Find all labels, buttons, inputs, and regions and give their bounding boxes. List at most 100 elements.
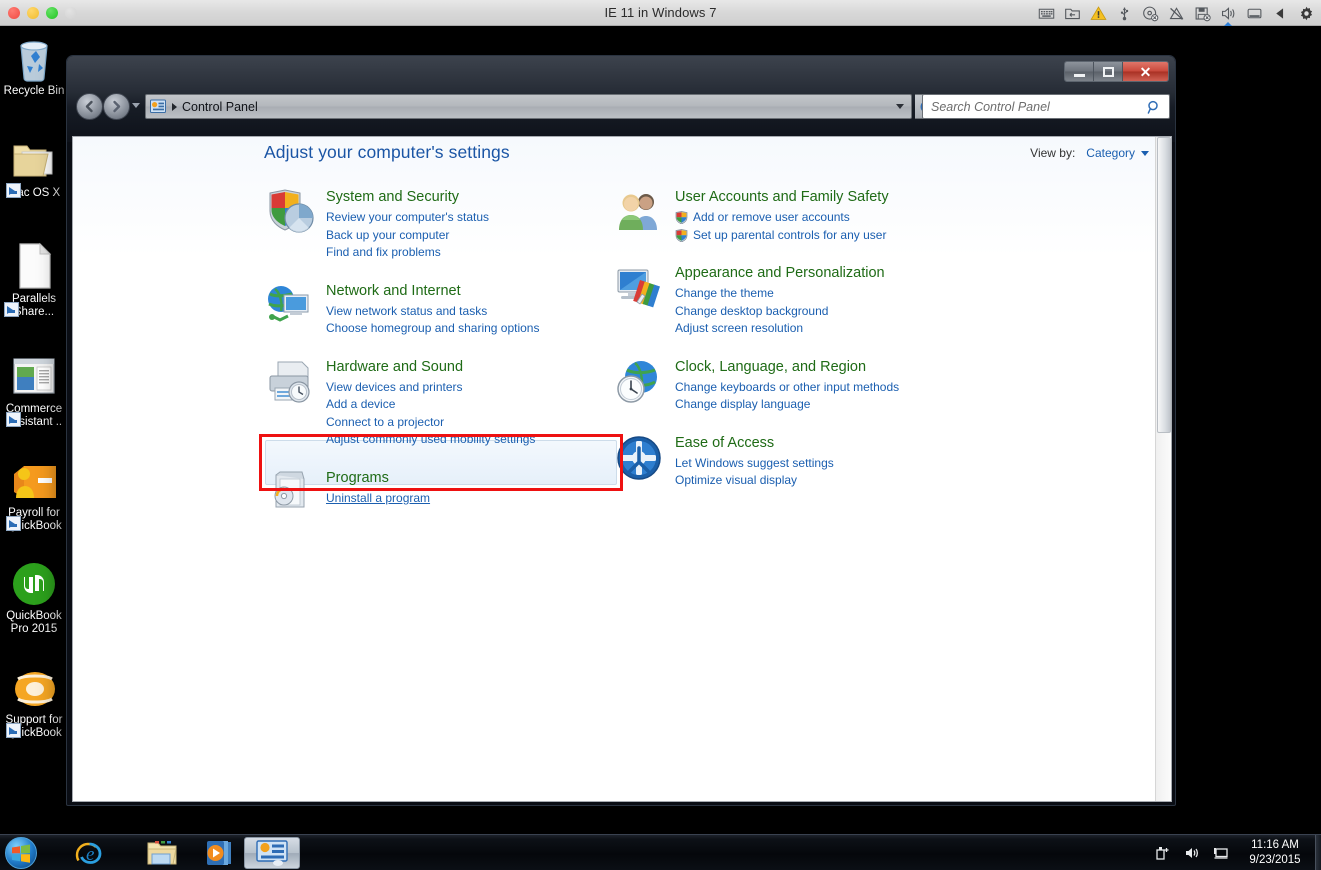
network-disconnected-icon[interactable] [1168,5,1185,22]
taskbar-control-panel[interactable] [244,837,300,869]
forward-button[interactable] [103,93,130,120]
back-button[interactable] [76,93,103,120]
category-link[interactable]: Add a device [326,396,535,414]
category-link[interactable]: Find and fix problems [326,244,489,262]
category-link[interactable]: Back up your computer [326,227,489,245]
recent-pages-dropdown[interactable] [132,103,140,108]
taskbar-media-player[interactable] [192,837,248,869]
close-icon: ✕ [1139,63,1152,80]
shortcut-overlay-icon [4,302,19,317]
category-title[interactable]: Ease of Access [675,434,834,453]
category-title[interactable]: Programs [326,469,430,488]
category-system-and-security[interactable]: System and Security Review your computer… [266,188,616,262]
network-icon[interactable] [1213,845,1229,861]
category-link[interactable]: Choose homegroup and sharing options [326,320,539,338]
safely-remove-hardware-icon[interactable] [1155,845,1171,861]
control-panel-icon [150,99,166,113]
category-appearance-and-personalization[interactable]: Appearance and Personalization Change th… [615,264,975,338]
windows-logo-icon [12,844,30,863]
category-link[interactable]: Change the theme [675,285,885,303]
close-button[interactable]: ✕ [1123,62,1168,81]
volume-icon[interactable] [1184,845,1200,861]
category-link[interactable]: View network status and tasks [326,303,539,321]
desktop-icon-parallels-shared[interactable]: Parallels Share... [0,242,68,319]
content-scrollbar[interactable] [1155,137,1171,801]
category-link[interactable]: Change keyboards or other input methods [675,379,899,397]
category-link[interactable]: Change display language [675,396,899,414]
shared-folder-icon[interactable] [1064,5,1081,22]
show-desktop-button[interactable] [1315,835,1321,870]
folder-shortcut-icon [0,136,68,198]
appearance-icon [615,264,667,312]
category-network-and-internet[interactable]: Network and Internet View network status… [266,282,616,338]
clock-time: 11:16 AM [1251,839,1299,851]
maximize-button[interactable] [1094,62,1123,81]
taskbar-internet-explorer[interactable]: e [62,837,118,869]
scrollbar-thumb[interactable] [1157,137,1171,433]
forward-arrow-icon [113,100,121,113]
category-title[interactable]: Appearance and Personalization [675,264,885,283]
user-accounts-icon [615,188,667,236]
category-link[interactable]: Connect to a projector [326,414,535,432]
category-title[interactable]: System and Security [326,188,489,207]
recycle-bin-icon [0,34,68,82]
start-button[interactable] [5,837,37,869]
category-user-accounts-and-family-safety[interactable]: User Accounts and Family Safety Add or r… [615,188,975,244]
desktop-icon-recycle-bin[interactable]: Recycle Bin [0,34,68,98]
search-input[interactable]: Search Control Panel [922,94,1170,119]
category-clock-language-and-region[interactable]: Clock, Language, and Region Change keybo… [615,358,975,414]
taskbar-windows-explorer[interactable] [134,837,190,869]
category-link[interactable]: Optimize visual display [675,472,834,490]
floppy-disk-icon[interactable] [1194,5,1211,22]
category-hardware-and-sound[interactable]: Hardware and Sound View devices and prin… [266,358,616,449]
category-link[interactable]: Adjust commonly used mobility settings [326,431,535,449]
category-ease-of-access[interactable]: Ease of Access Let Windows suggest setti… [615,434,975,490]
desktop-icon-mac-os-x[interactable]: Mac OS X [0,136,68,200]
category-link[interactable]: Review your computer's status [326,209,489,227]
desktop-icon-support-quickbooks[interactable]: Support for QuickBook [0,663,68,740]
clock[interactable]: 11:16 AM 9/23/2015 [1235,838,1315,868]
desktop-icon-payroll-quickbooks[interactable]: Payroll for QuickBook [0,456,68,533]
ease-of-access-icon [615,434,667,482]
payroll-shortcut-icon [0,456,68,531]
desktop-icon-commerce-assistant[interactable]: Commerce Assistant .. [0,352,68,429]
usb-icon[interactable] [1116,5,1133,22]
address-bar[interactable]: Control Panel [145,94,912,119]
desktop-icon-quickbooks-pro[interactable]: QuickBook Pro 2015 [0,559,68,636]
desktop-icon-label: QuickBook Pro 2015 [6,610,62,635]
category-link-text: Set up parental controls for any user [693,227,887,242]
gear-icon[interactable] [1298,5,1315,22]
category-link[interactable]: Let Windows suggest settings [675,455,834,473]
category-link[interactable]: Set up parental controls for any user [675,227,889,245]
maximize-icon [1102,66,1114,77]
category-body: Appearance and Personalization Change th… [667,264,885,338]
eject-icon[interactable] [1272,5,1289,22]
view-by-control[interactable]: View by: Category [1030,146,1149,160]
minimize-button[interactable] [1065,62,1094,81]
warning-icon[interactable] [1090,5,1107,22]
category-column-right: User Accounts and Family Safety Add or r… [615,188,975,510]
category-link[interactable]: Adjust screen resolution [675,320,885,338]
breadcrumb-control-panel[interactable]: Control Panel [182,100,258,114]
category-link-uninstall-a-program[interactable]: Uninstall a program [326,490,430,508]
search-icon[interactable] [1147,100,1161,114]
cd-drive-icon[interactable] [1142,5,1159,22]
category-title[interactable]: Clock, Language, and Region [675,358,899,377]
chevron-down-icon[interactable] [1141,150,1149,156]
volume-icon[interactable] [1220,5,1237,22]
screen: IE 11 in Windows 7 Recycle Bin Mac OS X … [0,0,1321,870]
battery-icon[interactable] [1246,5,1263,22]
category-body: System and Security Review your computer… [318,188,489,262]
category-link[interactable]: View devices and printers [326,379,535,397]
keyboard-icon[interactable] [1038,5,1055,22]
category-link[interactable]: Change desktop background [675,303,885,321]
category-title[interactable]: User Accounts and Family Safety [675,188,889,207]
control-panel-taskbar-icon [256,840,288,866]
category-link[interactable]: Add or remove user accounts [675,209,889,227]
address-history-caret-icon[interactable] [896,104,904,109]
category-title[interactable]: Network and Internet [326,282,539,301]
window-titlebar[interactable]: ✕ [67,56,1175,88]
category-programs[interactable]: Programs Uninstall a program [266,469,616,517]
category-title[interactable]: Hardware and Sound [326,358,535,377]
view-by-value[interactable]: Category [1086,146,1135,160]
